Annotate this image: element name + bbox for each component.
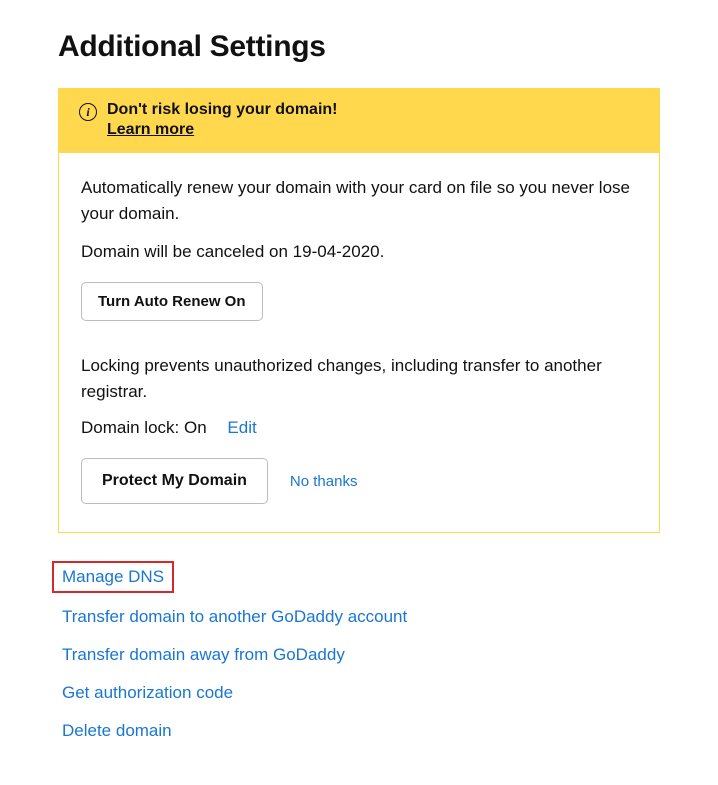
page-title: Additional Settings [58,30,660,64]
warning-message: Don't risk losing your domain! [107,101,337,119]
lock-status: Domain lock: On Edit [81,418,637,438]
lock-status-label: Domain lock: [81,418,184,437]
settings-card: i Don't risk losing your domain! Learn m… [58,88,660,533]
learn-more-link[interactable]: Learn more [107,121,337,139]
cancel-notice: Domain will be canceled on 19-04-2020. [81,242,637,262]
protect-domain-button[interactable]: Protect My Domain [81,458,268,504]
card-body: Automatically renew your domain with you… [59,153,659,532]
lock-status-value: On [184,418,207,437]
transfer-away-link[interactable]: Transfer domain away from GoDaddy [58,641,349,669]
no-thanks-link[interactable]: No thanks [290,473,358,490]
manage-dns-link[interactable]: Manage DNS [52,561,174,593]
info-icon: i [79,103,97,121]
action-links-list: Manage DNS Transfer domain to another Go… [58,561,660,755]
lock-description: Locking prevents unauthorized changes, i… [81,353,637,404]
turn-auto-renew-on-button[interactable]: Turn Auto Renew On [81,282,263,321]
auto-renew-description: Automatically renew your domain with you… [81,175,637,226]
delete-domain-link[interactable]: Delete domain [58,717,176,745]
edit-lock-link[interactable]: Edit [227,418,256,437]
warning-banner: i Don't risk losing your domain! Learn m… [59,89,659,153]
transfer-to-account-link[interactable]: Transfer domain to another GoDaddy accou… [58,603,411,631]
auth-code-link[interactable]: Get authorization code [58,679,237,707]
